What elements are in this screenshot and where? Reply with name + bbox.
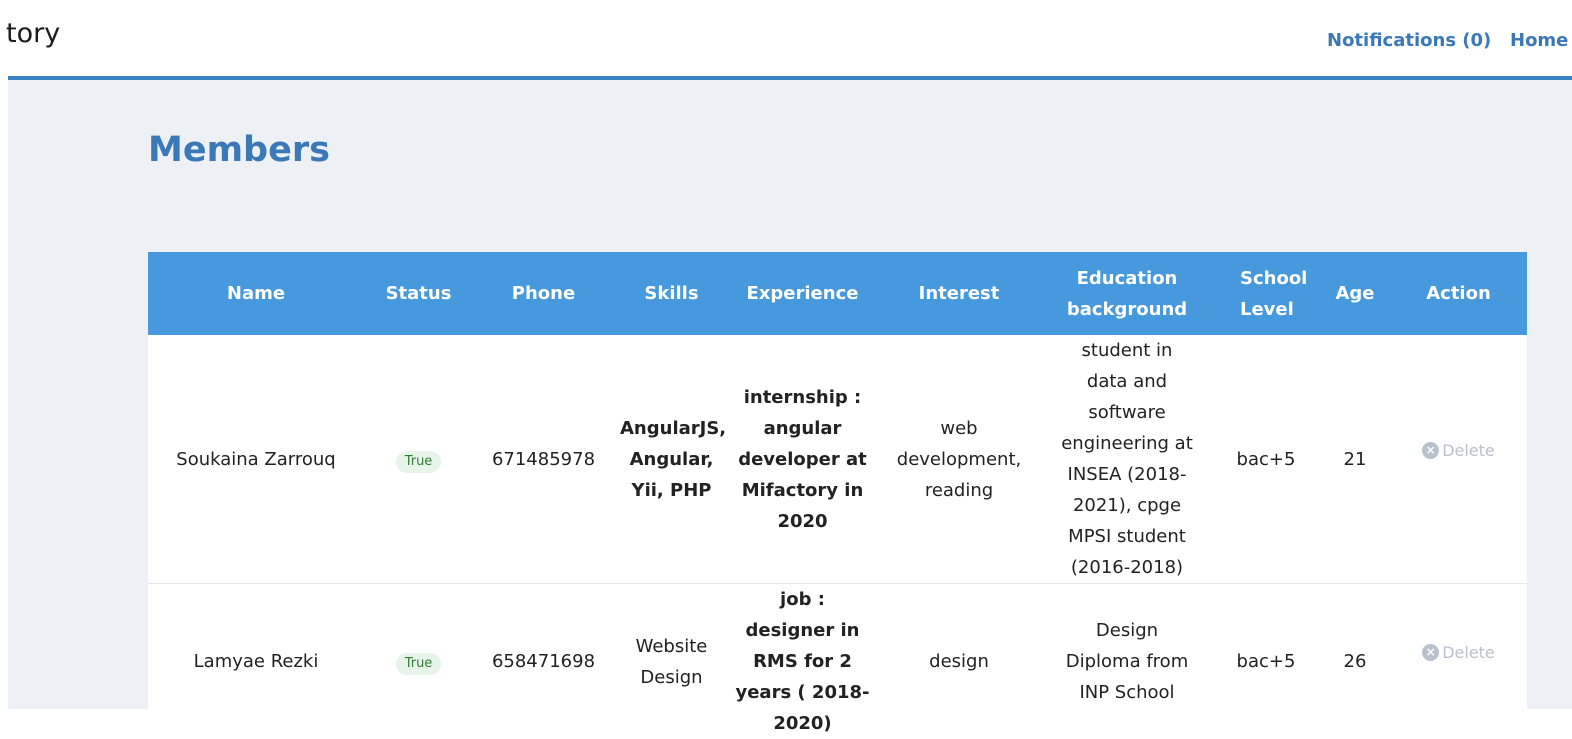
status-cell: True	[364, 335, 473, 584]
column-header-skills: Skills	[614, 252, 729, 335]
delete-button[interactable]: × Delete	[1422, 637, 1495, 668]
column-header-experience: Experience	[729, 252, 876, 335]
delete-button[interactable]: × Delete	[1422, 435, 1495, 466]
member-experience: job : designer in RMS for 2 years ( 2018…	[729, 584, 876, 739]
member-education: Design Diploma from INP School	[1042, 584, 1212, 739]
member-experience: internship : angular developer at Mifact…	[729, 335, 876, 584]
column-header-age: Age	[1320, 252, 1390, 335]
member-skills: Website Design	[614, 584, 729, 739]
member-education: student in data and software engineering…	[1042, 335, 1212, 584]
member-name: Soukaina Zarrouq	[148, 335, 364, 584]
column-header-interest: Interest	[876, 252, 1042, 335]
member-interest: web development, reading	[876, 335, 1042, 584]
delete-label: Delete	[1442, 435, 1495, 466]
column-header-name: Name	[148, 252, 364, 335]
nav-notifications-link[interactable]: Notifications (0)	[1327, 30, 1491, 51]
status-badge: True	[396, 451, 442, 473]
top-navbar: tory Notifications (0) Home	[0, 0, 1572, 76]
x-circle-icon: ×	[1422, 644, 1439, 661]
column-header-status: Status	[364, 252, 473, 335]
member-age: 26	[1320, 584, 1390, 739]
brand-logo-text[interactable]: tory	[6, 18, 60, 49]
action-cell: × Delete	[1390, 335, 1527, 584]
member-school-level: bac+5	[1212, 584, 1320, 739]
column-header-phone: Phone	[473, 252, 614, 335]
status-cell: True	[364, 584, 473, 739]
table-row: Soukaina Zarrouq True 671485978 AngularJ…	[148, 335, 1527, 584]
table-header-row: Name Status Phone Skills Experience Inte…	[148, 252, 1527, 335]
column-header-action: Action	[1390, 252, 1527, 335]
column-header-school-level: School Level	[1212, 252, 1320, 335]
members-table: Name Status Phone Skills Experience Inte…	[148, 252, 1527, 739]
member-school-level: bac+5	[1212, 335, 1320, 584]
member-skills: AngularJS, Angular, Yii, PHP	[614, 335, 729, 584]
member-name: Lamyae Rezki	[148, 584, 364, 739]
action-cell: × Delete	[1390, 584, 1527, 739]
member-phone: 671485978	[473, 335, 614, 584]
x-circle-icon: ×	[1422, 442, 1439, 459]
main-content: Members Name Status Phone Skills Experie…	[8, 80, 1572, 709]
member-age: 21	[1320, 335, 1390, 584]
delete-label: Delete	[1442, 637, 1495, 668]
nav-home-link[interactable]: Home	[1510, 30, 1568, 51]
member-interest: design	[876, 584, 1042, 739]
column-header-education: Education background	[1042, 252, 1212, 335]
table-row: Lamyae Rezki True 658471698 Website Desi…	[148, 584, 1527, 739]
member-phone: 658471698	[473, 584, 614, 739]
page-title: Members	[148, 130, 330, 170]
status-badge: True	[396, 653, 442, 675]
